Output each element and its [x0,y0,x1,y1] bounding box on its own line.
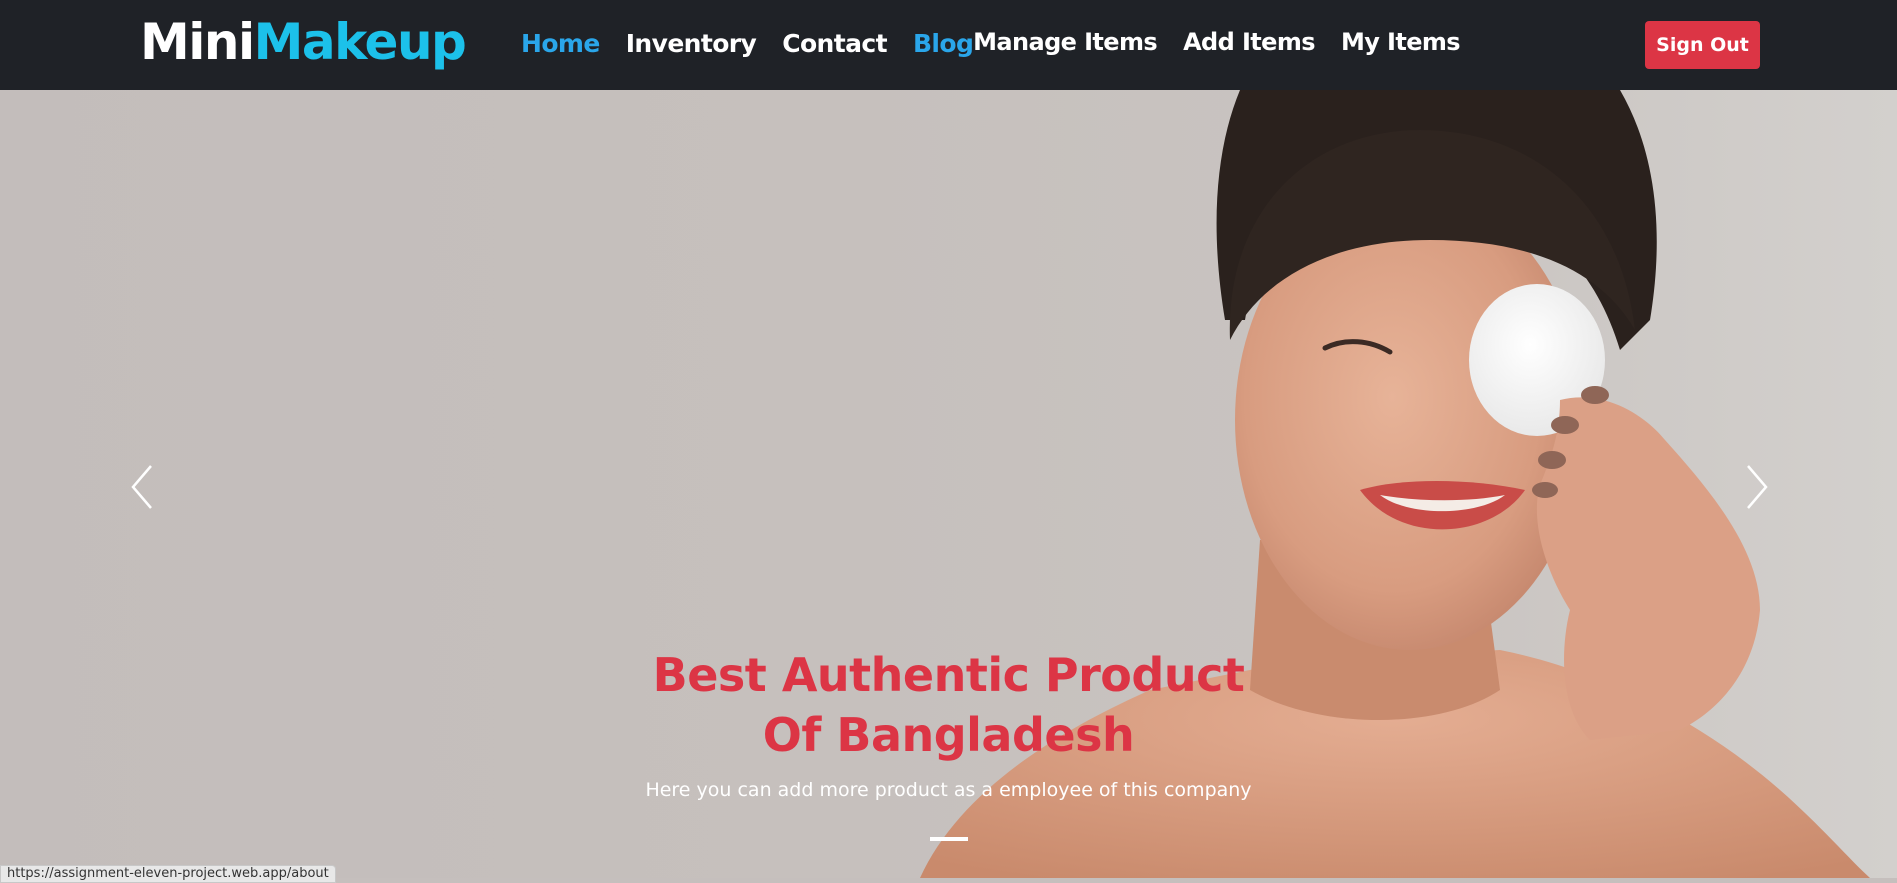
carousel-indicator-active[interactable] [930,837,968,841]
sign-out-button[interactable]: Sign Out [1645,21,1760,69]
primary-nav: Home Inventory Contact Blog [521,26,974,62]
nav-link-contact[interactable]: Contact [782,26,887,62]
navbar: MiniMakeup Home Inventory Contact Blog M… [0,0,1897,90]
hero-headline-line2: Of Bangladesh [762,708,1135,762]
nav-link-manage-items[interactable]: Manage Items [973,24,1158,60]
carousel-prev-button[interactable] [121,460,161,514]
nav-link-my-items[interactable]: My Items [1341,24,1461,60]
brand-logo[interactable]: MiniMakeup [140,10,467,74]
nav-link-home[interactable]: Home [521,26,600,62]
chevron-left-icon [131,465,152,509]
nav-link-blog[interactable]: Blog [913,26,974,62]
brand-name-part1: Mini [140,13,255,71]
nav-link-inventory[interactable]: Inventory [626,26,757,62]
chevron-right-icon [1747,465,1768,509]
nav-link-add-items[interactable]: Add Items [1183,24,1315,60]
carousel-indicators [930,837,968,841]
brand-name-part2: Makeup [253,13,467,71]
hero-subtext: Here you can add more product as a emplo… [645,779,1252,801]
hero-headline: Best Authentic Product Of Bangladesh [0,645,1897,765]
carousel-caption: Best Authentic Product Of Bangladesh Her… [0,645,1897,803]
hero-carousel: Best Authentic Product Of Bangladesh Her… [0,90,1897,878]
user-nav: Manage Items Add Items My Items [973,24,1460,60]
carousel-next-button[interactable] [1738,460,1778,514]
browser-status-url: https://assignment-eleven-project.web.ap… [0,865,336,883]
hero-headline-line1: Best Authentic Product [652,648,1245,702]
